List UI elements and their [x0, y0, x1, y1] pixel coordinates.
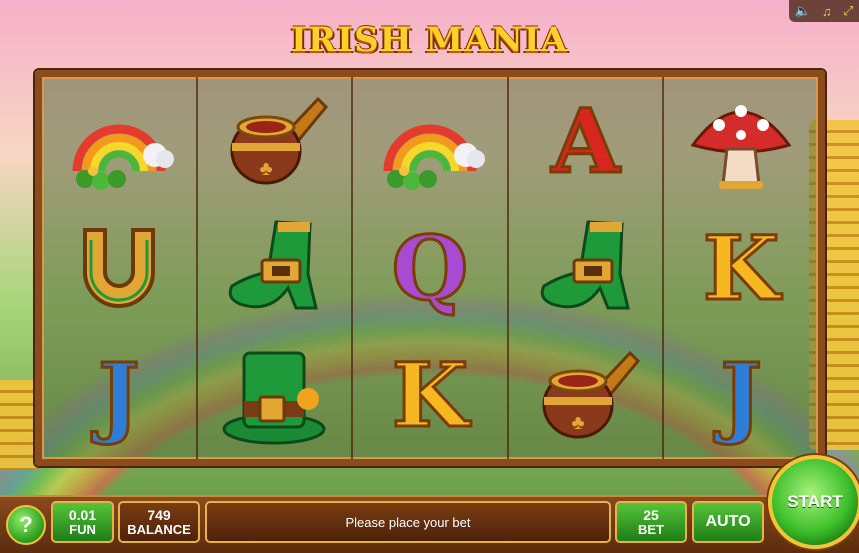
reel-cell: [198, 204, 352, 331]
reel-cell: K: [353, 332, 507, 459]
symbol-j: J: [719, 343, 764, 448]
music-note-icon[interactable]: ♫: [822, 4, 832, 19]
boot-icon: [229, 220, 319, 310]
reel-cell: [664, 77, 818, 204]
reel-cell: [42, 77, 196, 204]
reel-cell: K: [664, 204, 818, 331]
mushroom-icon: [690, 104, 792, 189]
symbol-k: K: [701, 215, 781, 320]
start-button[interactable]: START: [768, 455, 859, 549]
reel-cell: [42, 204, 196, 331]
bet-button[interactable]: 25 BET: [615, 501, 687, 543]
coin-value: 0.01: [68, 506, 97, 523]
bet-label: BET: [638, 521, 664, 537]
top-hat-icon: [222, 351, 326, 445]
balance-label: BALANCE: [127, 521, 191, 537]
reel-cell: J: [42, 332, 196, 459]
status-message: Please place your bet: [345, 514, 471, 530]
reel-cell: [198, 332, 352, 459]
reel-cell: A: [509, 77, 663, 204]
auto-label: AUTO: [705, 513, 751, 530]
expand-icon[interactable]: ⤢: [843, 3, 853, 19]
game-title: IRISH MANIA: [291, 20, 568, 60]
reel-cell: Q: [353, 204, 507, 331]
reel-2: ♣: [198, 77, 354, 459]
rainbow-icon: [72, 124, 174, 190]
balance-display: 749 BALANCE: [118, 501, 200, 543]
reel-5: K J: [664, 77, 818, 459]
horseshoe-icon: [82, 227, 155, 308]
pipe-icon: ♣: [542, 351, 640, 439]
symbol-q: Q: [390, 215, 470, 320]
coin-label: FUN: [69, 521, 96, 537]
help-button[interactable]: ?: [6, 505, 46, 545]
coin-value-button[interactable]: 0.01 FUN: [51, 501, 114, 543]
rainbow-icon: [383, 124, 485, 190]
reel-cell: ♣: [198, 77, 352, 204]
reel-cell: [509, 204, 663, 331]
top-controls: 🔈 ♫ ⤢: [789, 0, 859, 22]
auto-button[interactable]: AUTO: [692, 501, 764, 543]
svg-text:♣: ♣: [260, 158, 273, 180]
reel-frame: J ♣ Q K A ♣ K J: [35, 70, 825, 466]
reel-4: A ♣: [509, 77, 665, 459]
bet-value: 25: [643, 506, 659, 523]
symbol-a: A: [550, 88, 621, 193]
reel-cell: [353, 77, 507, 204]
reel-3: Q K: [353, 77, 509, 459]
speaker-icon[interactable]: 🔈: [795, 3, 811, 19]
start-label: START: [787, 492, 843, 511]
symbol-j: J: [96, 343, 141, 448]
symbol-k: K: [390, 343, 470, 448]
svg-text:♣: ♣: [571, 412, 584, 434]
reel-cell: J: [664, 332, 818, 459]
pipe-icon: ♣: [230, 96, 329, 185]
reel-cell: ♣: [509, 332, 663, 459]
reel-1: J: [42, 77, 198, 459]
balance-value: 749: [147, 506, 171, 523]
boot-icon: [540, 220, 630, 310]
message-bar: Please place your bet: [205, 501, 611, 543]
